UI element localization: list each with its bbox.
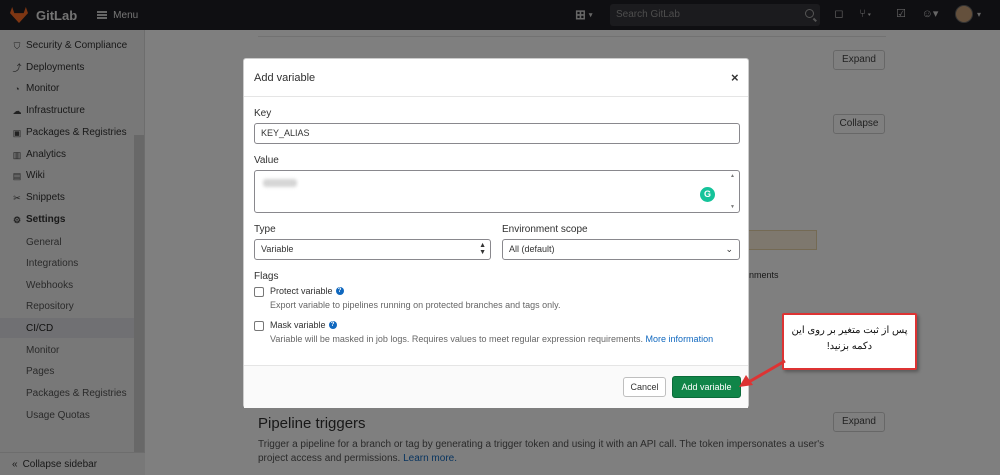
mask-variable-label: Mask variable? [270,320,337,330]
type-select[interactable]: Variable ▲ ▼ [254,239,491,260]
add-variable-button[interactable]: Add variable [672,376,741,398]
mask-variable-checkbox[interactable] [254,321,264,331]
chevron-down-icon: ⌄ [725,244,733,254]
modal-title: Add variable [254,72,316,84]
flags-label: Flags [254,271,279,282]
protect-variable-label: Protect variable? [270,286,344,296]
annotation-arrow [739,359,786,387]
key-value: KEY_ALIAS [261,128,310,138]
mask-help-text: Variable will be masked in job logs. Req… [270,334,644,344]
type-value: Variable [261,244,294,254]
value-textarea[interactable]: G ▲ ▼ [254,170,740,213]
annotation-line-2: دکمه بزنید! [826,341,873,352]
cancel-button[interactable]: Cancel [623,377,666,397]
annotation-line-1: پس از ثبت متغیر بر روی این [791,325,908,336]
mask-variable-text: Mask variable [270,320,326,330]
environment-scope-value: All (default) [509,244,555,254]
type-label: Type [254,224,276,235]
textarea-scrollbar[interactable]: ▲ ▼ [728,172,738,211]
environment-scope-dropdown[interactable]: All (default) ⌄ [502,239,740,260]
more-information-link[interactable]: More information [646,334,714,344]
value-label: Value [254,155,279,166]
question-icon[interactable]: ? [328,321,337,329]
environment-scope-label: Environment scope [502,224,588,235]
arrow-shaft [746,359,786,385]
question-icon[interactable]: ? [335,287,344,295]
close-icon[interactable]: × [731,70,739,85]
updown-icon: ▲ ▼ [479,242,486,256]
mask-variable-help: Variable will be masked in job logs. Req… [270,334,713,344]
scroll-down-icon[interactable]: ▼ [730,204,735,210]
protect-variable-text: Protect variable [270,286,333,296]
add-variable-modal: Add variable × Key KEY_ALIAS Value G ▲ ▼… [243,58,749,408]
modal-footer: Cancel Add variable [244,365,748,408]
protect-variable-checkbox[interactable] [254,287,264,297]
blurred-value [263,179,297,187]
scroll-up-icon[interactable]: ▲ [730,173,735,179]
protect-variable-help: Export variable to pipelines running on … [270,300,561,310]
key-label: Key [254,108,272,119]
annotation-callout: پس از ثبت متغیر بر روی این دکمه بزنید! [782,313,917,370]
modal-header: Add variable × [244,59,748,97]
grammarly-icon[interactable]: G [700,187,715,202]
key-input[interactable]: KEY_ALIAS [254,123,740,144]
